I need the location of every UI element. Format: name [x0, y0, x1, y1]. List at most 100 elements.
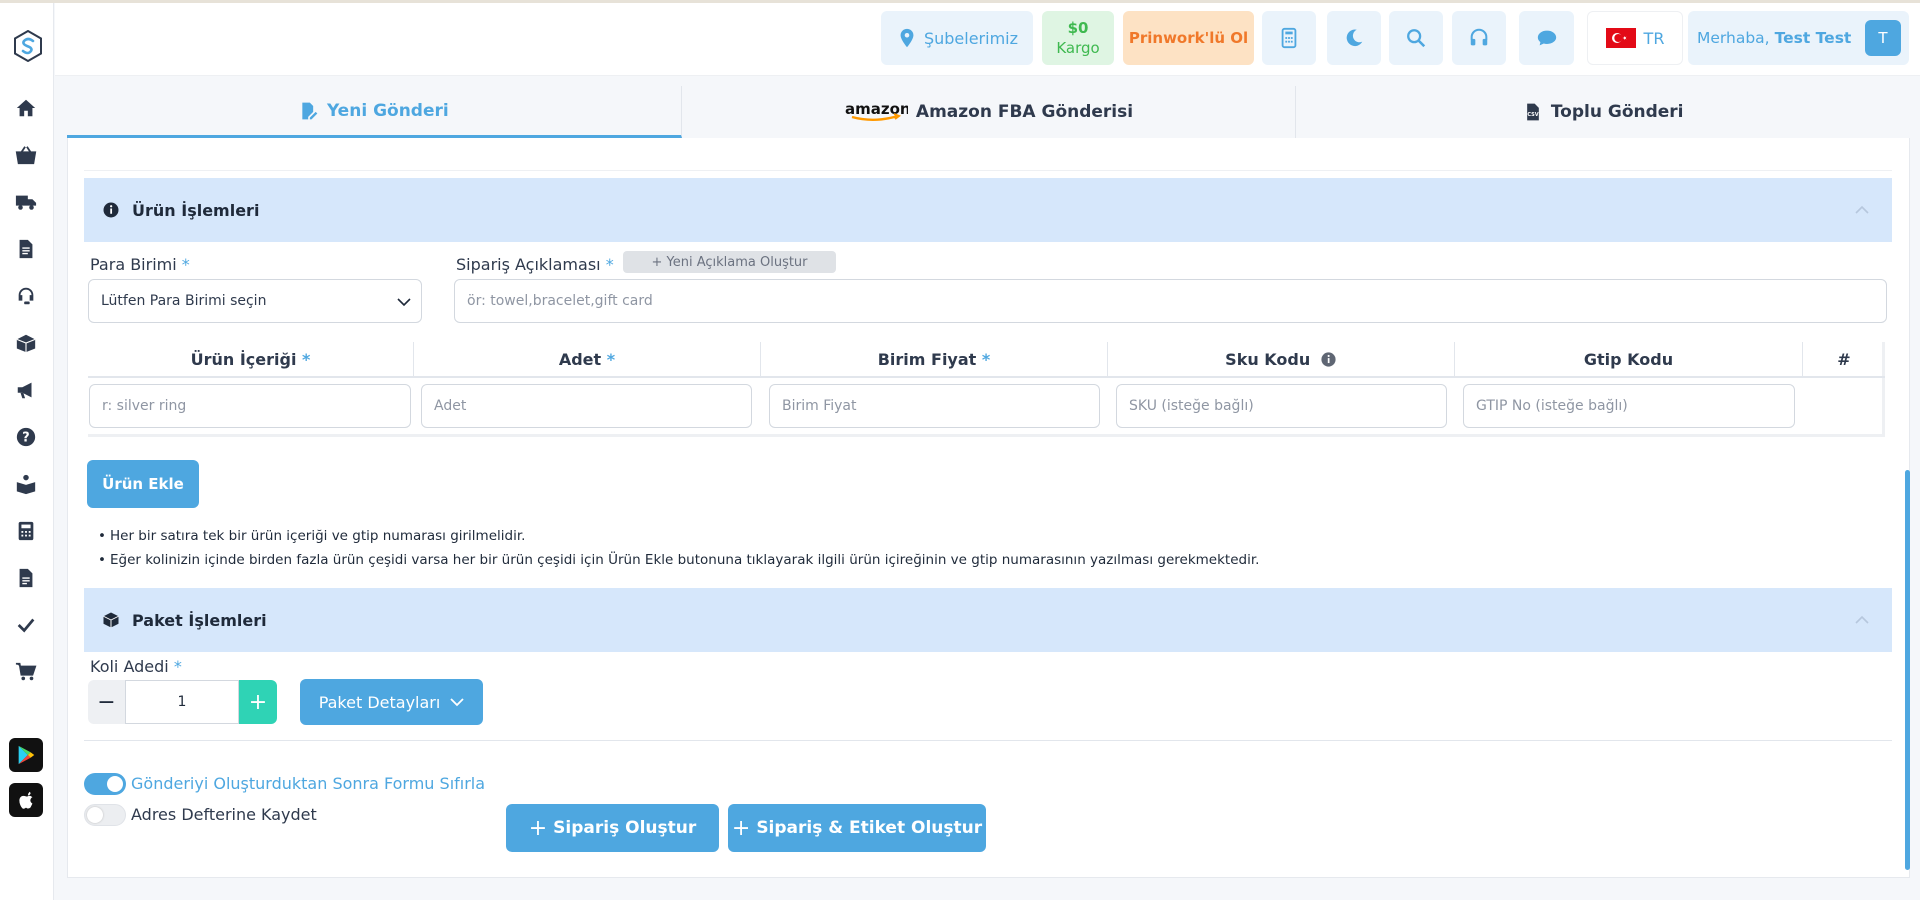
support-button[interactable] — [1452, 11, 1506, 65]
tab-amazon-fba[interactable]: amazon Amazon FBA Gönderisi — [682, 86, 1297, 138]
sidebar: ? — [0, 3, 54, 900]
truck-icon[interactable] — [13, 189, 39, 215]
headphones-icon — [1470, 28, 1488, 46]
search-button[interactable] — [1389, 11, 1443, 65]
currency-select-value: Lütfen Para Birimi seçin — [101, 293, 267, 309]
amazon-logo-icon: amazon — [845, 101, 908, 121]
package-details-button[interactable]: Paket Detayları — [300, 679, 483, 725]
basket-icon[interactable] — [13, 142, 39, 168]
new-description-button[interactable]: + Yeni Açıklama Oluştur — [623, 251, 836, 273]
calculator-icon — [1281, 27, 1297, 49]
tab-bulk-shipment[interactable]: CSV Toplu Gönderi — [1296, 86, 1910, 138]
csv-file-icon: CSV — [1526, 103, 1539, 121]
document-icon[interactable] — [13, 236, 39, 262]
box-icon — [103, 612, 119, 628]
instruction-note: Eğer kolinizin içinde birden fazla ürün … — [98, 552, 1259, 568]
help-icon[interactable]: ? — [13, 424, 39, 450]
package-section-header[interactable]: Paket İşlemleri — [84, 588, 1892, 652]
box-count-input[interactable]: 1 — [125, 680, 239, 724]
chevron-up-icon[interactable] — [1854, 612, 1870, 628]
moon-icon — [1346, 29, 1363, 47]
google-play-icon[interactable] — [9, 738, 43, 772]
box-count-label: Koli Adedi * — [90, 657, 182, 676]
page-scrollbar[interactable] — [1905, 470, 1910, 870]
column-header: Sku Kodu — [1108, 342, 1455, 376]
package-section-title: Paket İşlemleri — [132, 610, 267, 630]
quantity-input[interactable]: Adet — [421, 384, 752, 428]
plus-icon: + — [731, 815, 751, 841]
tab-label: Yeni Gönderi — [326, 100, 449, 121]
reset-form-toggle[interactable] — [84, 773, 126, 795]
save-address-toggle[interactable] — [84, 804, 126, 826]
file-text-icon[interactable] — [13, 565, 39, 591]
plus-icon: + — [528, 815, 548, 841]
reset-form-label: Gönderiyi Oluşturduktan Sonra Formu Sıfı… — [131, 774, 486, 793]
unit-price-input[interactable]: Birim Fiyat — [769, 384, 1100, 428]
info-icon[interactable] — [1320, 351, 1337, 368]
boxes-icon[interactable] — [13, 330, 39, 356]
balance-badge[interactable]: $0 Kargo — [1042, 11, 1114, 65]
chevron-down-icon — [397, 298, 411, 307]
info-icon — [103, 202, 119, 218]
prinwork-button[interactable]: Prinwork'lü Ol — [1123, 11, 1254, 65]
messages-button[interactable] — [1519, 11, 1574, 65]
user-name: Test Test — [1774, 29, 1852, 47]
apple-store-icon[interactable] — [9, 783, 43, 817]
greeting-text: Merhaba, — [1697, 29, 1770, 47]
svg-text:?: ? — [22, 431, 29, 446]
branches-label: Şubelerimiz — [923, 28, 1019, 48]
home-icon[interactable] — [13, 95, 39, 121]
column-header: Ürün İçeriği * — [88, 342, 414, 376]
divider — [84, 170, 1892, 171]
column-header: Adet * — [414, 342, 761, 376]
product-content-input[interactable]: r: silver ring — [89, 384, 411, 428]
edit-document-icon — [302, 102, 318, 119]
language-selector[interactable]: TR — [1587, 11, 1683, 65]
chevron-up-icon[interactable] — [1854, 202, 1870, 218]
package-details-label: Paket Detayları — [318, 692, 441, 712]
tab-new-shipment[interactable]: Yeni Gönderi — [67, 86, 682, 138]
calculator-button[interactable] — [1262, 11, 1316, 65]
svg-text:CSV: CSV — [1527, 112, 1538, 118]
calculator-icon[interactable] — [13, 518, 39, 544]
app-logo-icon[interactable] — [13, 30, 43, 62]
increase-button[interactable]: + — [239, 680, 277, 724]
decrease-button[interactable]: − — [88, 680, 125, 724]
order-description-label: Sipariş Açıklaması * — [456, 255, 614, 274]
dark-mode-button[interactable] — [1327, 11, 1381, 65]
table-header-divider — [88, 376, 1885, 378]
shipment-type-tabs: Yeni Gönderi amazon Amazon FBA Gönderisi… — [67, 86, 1910, 138]
chat-bubble-icon — [1537, 30, 1556, 46]
column-header: Gtip Kodu — [1455, 342, 1803, 376]
product-section-header[interactable]: Ürün İşlemleri — [84, 178, 1892, 242]
add-product-button[interactable]: Ürün Ekle — [87, 460, 199, 508]
support-headset-icon[interactable] — [13, 283, 39, 309]
create-order-and-label-button[interactable]: + Sipariş & Etiket Oluştur — [728, 804, 986, 852]
save-address-label: Adres Defterine Kaydet — [131, 805, 317, 824]
create-order-label-text: Sipariş & Etiket Oluştur — [756, 818, 983, 838]
create-order-label: Sipariş Oluştur — [553, 818, 697, 838]
column-header: # — [1837, 349, 1851, 369]
megaphone-icon[interactable] — [13, 377, 39, 403]
divider — [84, 740, 1892, 741]
language-code: TR — [1643, 28, 1665, 48]
instruction-note: Her bir satıra tek bir ürün içeriği ve g… — [98, 528, 525, 544]
cart-icon[interactable] — [13, 659, 39, 685]
location-pin-icon — [900, 28, 914, 48]
column-header: Birim Fiyat * — [761, 342, 1108, 376]
turkey-flag-icon — [1605, 28, 1636, 48]
sku-input[interactable]: SKU (isteğe bağlı) — [1116, 384, 1447, 428]
create-order-button[interactable]: + Sipariş Oluştur — [506, 804, 719, 852]
gtip-input[interactable]: GTIP No (isteğe bağlı) — [1463, 384, 1795, 428]
balance-label: Kargo — [1056, 39, 1100, 57]
check-icon[interactable] — [13, 612, 39, 638]
currency-select[interactable]: Lütfen Para Birimi seçin — [88, 279, 422, 323]
chevron-down-icon — [450, 698, 464, 707]
tab-label: Amazon FBA Gönderisi — [915, 102, 1134, 122]
book-reader-icon[interactable] — [13, 471, 39, 497]
order-description-input[interactable]: ör: towel,bracelet,gift card — [454, 279, 1887, 323]
user-menu[interactable]: Merhaba, Test Test T — [1688, 11, 1909, 65]
branches-button[interactable]: Şubelerimiz — [881, 11, 1033, 65]
shipment-form-card — [67, 138, 1910, 878]
search-icon — [1407, 29, 1426, 48]
